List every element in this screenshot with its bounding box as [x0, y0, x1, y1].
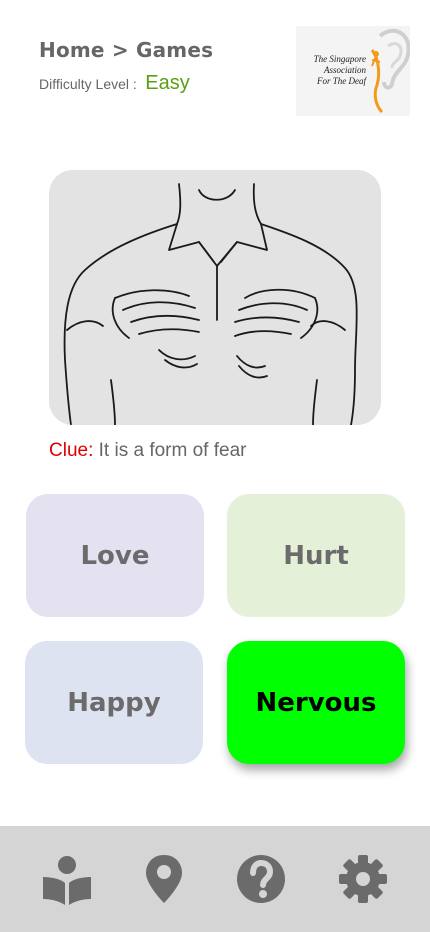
- difficulty-level: Difficulty Level : Easy: [39, 72, 190, 95]
- bottom-nav: [0, 826, 430, 932]
- map-marker-icon: [146, 855, 182, 903]
- option-love-button[interactable]: Love: [26, 494, 204, 617]
- question-circle-icon: [237, 855, 285, 903]
- clue: Clue: It is a form of fear: [49, 440, 246, 462]
- book-reader-icon: [43, 856, 91, 905]
- gear-icon: [339, 855, 387, 903]
- nav-map-button[interactable]: [138, 853, 190, 905]
- option-happy-button[interactable]: Happy: [25, 641, 203, 764]
- option-label: Love: [80, 540, 150, 571]
- ear-icon: [370, 28, 410, 114]
- breadcrumb[interactable]: Home > Games: [39, 38, 213, 62]
- option-label: Happy: [67, 687, 161, 718]
- clue-label: Clue:: [49, 440, 94, 461]
- nav-learn-button[interactable]: [41, 853, 93, 905]
- sign-language-image: [49, 170, 381, 425]
- nav-settings-button[interactable]: [337, 853, 389, 905]
- difficulty-label: Difficulty Level :: [39, 76, 137, 92]
- nav-help-button[interactable]: [235, 853, 287, 905]
- option-label: Hurt: [283, 540, 349, 571]
- sadeaf-logo: The Singapore Association For The Deaf: [296, 26, 410, 116]
- difficulty-value: Easy: [145, 72, 190, 94]
- sign-illustration: [49, 170, 381, 425]
- clue-text: It is a form of fear: [98, 440, 247, 461]
- option-nervous-button[interactable]: Nervous: [227, 641, 405, 764]
- option-label: Nervous: [255, 687, 377, 718]
- option-hurt-button[interactable]: Hurt: [227, 494, 405, 617]
